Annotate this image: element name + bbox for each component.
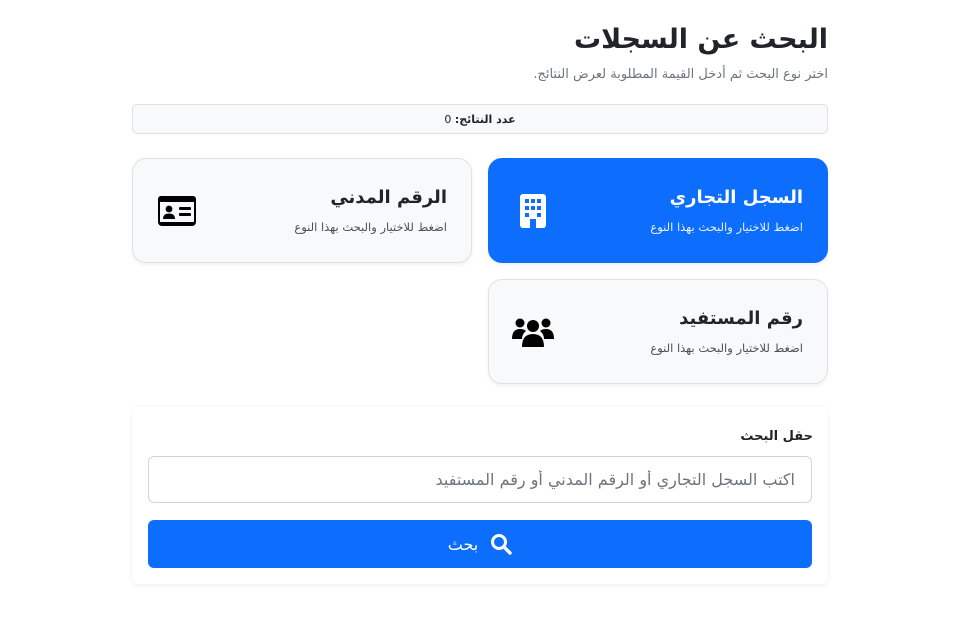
results-count-bar: عدد النتائج: 0 [132,104,828,134]
search-input[interactable] [148,456,812,503]
search-field-label: حقل البحث [740,429,813,444]
search-type-civil-number[interactable]: الرقم المدني اضغط للاختيار والبحث بهذا ا… [132,158,472,263]
search-icon [490,533,512,555]
search-type-hint: اضغط للاختيار والبحث بهذا النوع [650,341,803,355]
results-count-label: عدد النتائج: [454,113,516,126]
search-type-beneficiary-number[interactable]: رقم المستفيد اضغط للاختيار والبحث بهذا ا… [488,279,828,384]
search-type-title: رقم المستفيد [679,308,803,329]
users-icon [511,310,555,354]
building-icon [511,189,555,233]
search-button-label: بحث [447,534,479,554]
search-type-title: الرقم المدني [330,187,447,208]
search-button[interactable]: بحث [148,520,812,568]
page-title: البحث عن السجلات [574,24,828,55]
search-form: حقل البحث بحث [132,407,828,584]
search-type-hint: اضغط للاختيار والبحث بهذا النوع [650,220,803,234]
search-type-hint: اضغط للاختيار والبحث بهذا النوع [294,220,447,234]
search-type-commercial-registration[interactable]: السجل التجاري اضغط للاختيار والبحث بهذا … [488,158,828,263]
search-type-title: السجل التجاري [669,187,803,208]
page-subtitle: اختر نوع البحث ثم أدخل القيمة المطلوبة ل… [533,67,828,82]
results-count-value: 0 [444,113,452,126]
id-card-icon [155,189,199,233]
